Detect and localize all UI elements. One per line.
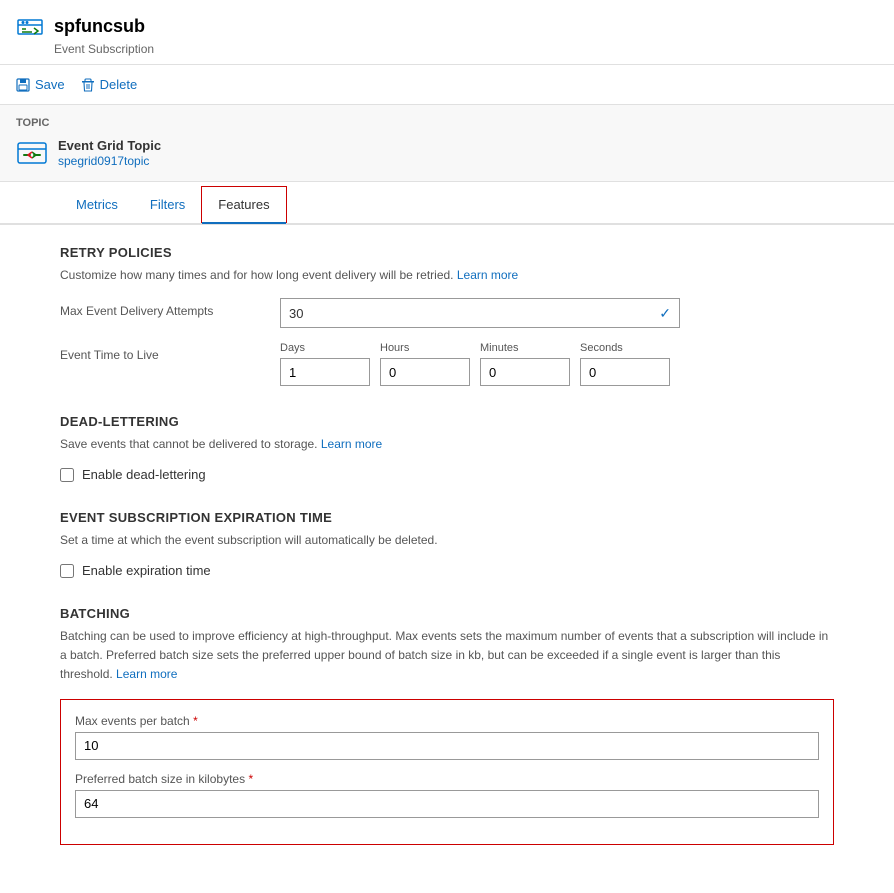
batching-fields-highlighted: Max events per batch * Preferred batch s… — [60, 699, 834, 845]
topic-content: Event Grid Topic spegrid0917topic — [16, 137, 878, 169]
retry-policies-title: RETRY POLICIES — [60, 245, 834, 260]
max-events-required: * — [193, 714, 198, 728]
max-delivery-select[interactable]: 30 ✓ — [280, 298, 680, 328]
chevron-down-icon: ✓ — [659, 305, 671, 322]
minutes-input[interactable] — [480, 358, 570, 386]
max-delivery-value: 30 — [289, 306, 303, 321]
topic-link[interactable]: spegrid0917topic — [58, 154, 149, 168]
resource-name: spfuncsub — [54, 16, 145, 37]
toolbar: Save Delete — [0, 65, 894, 105]
save-button[interactable]: Save — [16, 73, 65, 96]
max-delivery-row: Max Event Delivery Attempts 30 ✓ — [60, 298, 834, 328]
topic-section: TOPIC Event Grid Topic spegrid0917topic — [0, 105, 894, 182]
event-ttl-row: Event Time to Live Days Hours Minutes — [60, 342, 834, 386]
resource-subtitle: Event Subscription — [54, 42, 878, 56]
retry-policies-desc: Customize how many times and for how lon… — [60, 266, 834, 284]
tab-features[interactable]: Features — [201, 186, 286, 223]
event-ttl-field: Days Hours Minutes Seconds — [280, 342, 834, 386]
seconds-input[interactable] — [580, 358, 670, 386]
dead-lettering-learn-more-link[interactable]: Learn more — [321, 437, 382, 451]
dead-lettering-section: DEAD-LETTERING Save events that cannot b… — [60, 414, 834, 482]
batch-size-group: Preferred batch size in kilobytes * — [75, 772, 819, 818]
max-events-group: Max events per batch * — [75, 714, 819, 760]
max-events-label: Max events per batch * — [75, 714, 819, 728]
save-icon — [16, 78, 30, 92]
batch-size-input[interactable] — [75, 790, 819, 818]
days-label: Days — [280, 342, 370, 354]
max-delivery-label: Max Event Delivery Attempts — [60, 298, 280, 318]
batching-title: BATCHING — [60, 606, 834, 621]
delete-label: Delete — [100, 77, 138, 92]
batching-desc: Batching can be used to improve efficien… — [60, 627, 834, 685]
event-ttl-label: Event Time to Live — [60, 342, 280, 362]
seconds-group: Seconds — [580, 342, 670, 386]
tab-filters[interactable]: Filters — [134, 186, 201, 223]
event-subscription-icon — [16, 12, 44, 40]
tab-metrics[interactable]: Metrics — [60, 186, 134, 223]
retry-policies-section: RETRY POLICIES Customize how many times … — [60, 245, 834, 386]
save-label: Save — [35, 77, 65, 92]
minutes-group: Minutes — [480, 342, 570, 386]
dead-lettering-checkbox-row: Enable dead-lettering — [60, 467, 834, 482]
dead-lettering-desc: Save events that cannot be delivered to … — [60, 435, 834, 453]
features-content: RETRY POLICIES Customize how many times … — [0, 225, 894, 893]
delete-button[interactable]: Delete — [81, 73, 138, 96]
time-fields: Days Hours Minutes Seconds — [280, 342, 834, 386]
tabs-container: Metrics Filters Features — [0, 186, 894, 225]
topic-icon — [16, 137, 48, 169]
batch-size-required: * — [248, 772, 253, 786]
expiration-desc: Set a time at which the event subscripti… — [60, 531, 834, 549]
hours-group: Hours — [380, 342, 470, 386]
page-header: spfuncsub Event Subscription — [0, 0, 894, 65]
hours-label: Hours — [380, 342, 470, 354]
batch-size-label: Preferred batch size in kilobytes * — [75, 772, 819, 786]
retry-learn-more-link[interactable]: Learn more — [457, 268, 518, 282]
seconds-label: Seconds — [580, 342, 670, 354]
title-row: spfuncsub — [16, 12, 878, 40]
hours-input[interactable] — [380, 358, 470, 386]
expiration-section: EVENT SUBSCRIPTION EXPIRATION TIME Set a… — [60, 510, 834, 578]
expiration-checkbox-row: Enable expiration time — [60, 563, 834, 578]
delete-icon — [81, 78, 95, 92]
dead-lettering-title: DEAD-LETTERING — [60, 414, 834, 429]
topic-info: Event Grid Topic spegrid0917topic — [58, 138, 161, 168]
expiration-title: EVENT SUBSCRIPTION EXPIRATION TIME — [60, 510, 834, 525]
max-delivery-field: 30 ✓ — [280, 298, 834, 328]
expiration-checkbox[interactable] — [60, 564, 74, 578]
retry-desc-prefix: Customize how many times and for how lon… — [60, 268, 454, 282]
dead-lettering-checkbox[interactable] — [60, 468, 74, 482]
dead-lettering-prefix: Save events that cannot be delivered to … — [60, 437, 318, 451]
expiration-checkbox-label: Enable expiration time — [82, 563, 211, 578]
days-input[interactable] — [280, 358, 370, 386]
minutes-label: Minutes — [480, 342, 570, 354]
batching-learn-more-link[interactable]: Learn more — [116, 667, 177, 681]
days-group: Days — [280, 342, 370, 386]
topic-type: Event Grid Topic — [58, 138, 161, 153]
batching-section: BATCHING Batching can be used to improve… — [60, 606, 834, 845]
dead-lettering-checkbox-label: Enable dead-lettering — [82, 467, 206, 482]
topic-label: TOPIC — [16, 117, 878, 129]
max-events-input[interactable] — [75, 732, 819, 760]
